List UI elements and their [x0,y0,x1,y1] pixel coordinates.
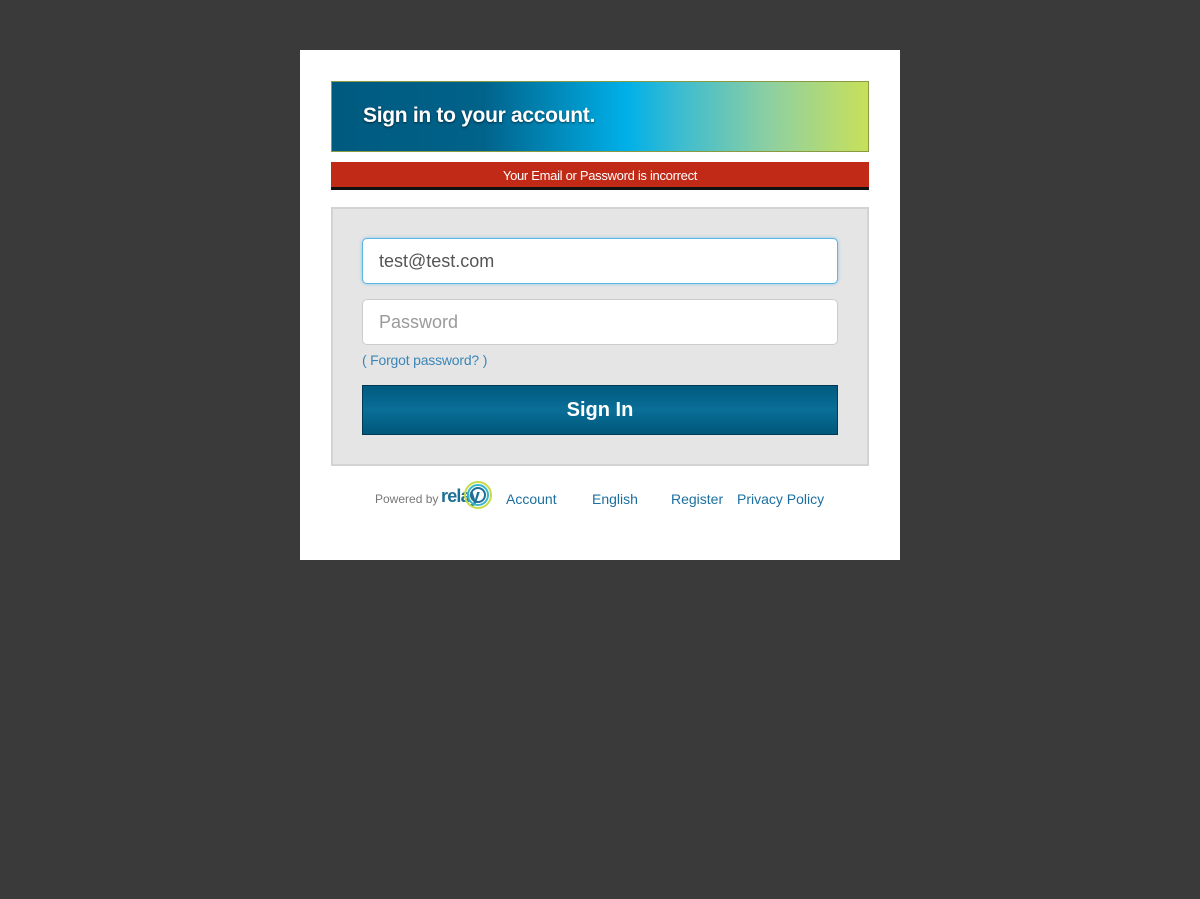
error-message: Your Email or Password is incorrect [331,162,869,190]
relay-logo: relay [441,480,493,512]
relay-ring-icon [464,481,492,509]
header-banner: Sign in to your account. [331,81,869,152]
footer: Powered by relay Account English Registe… [300,480,900,520]
login-card: Sign in to your account. Your Email or P… [300,50,900,560]
password-field[interactable] [362,299,838,345]
page-title: Sign in to your account. [363,104,595,127]
email-field[interactable] [362,238,838,284]
account-link[interactable]: Account [506,491,557,507]
sign-in-button[interactable]: Sign In [362,385,838,435]
forgot-password-link[interactable]: ( Forgot password? ) [362,352,487,368]
register-link[interactable]: Register [671,491,723,507]
login-form: ( Forgot password? ) Sign In [331,207,869,466]
language-link[interactable]: English [592,491,638,507]
powered-by-label: Powered by [375,492,439,506]
privacy-policy-link[interactable]: Privacy Policy [737,491,824,507]
